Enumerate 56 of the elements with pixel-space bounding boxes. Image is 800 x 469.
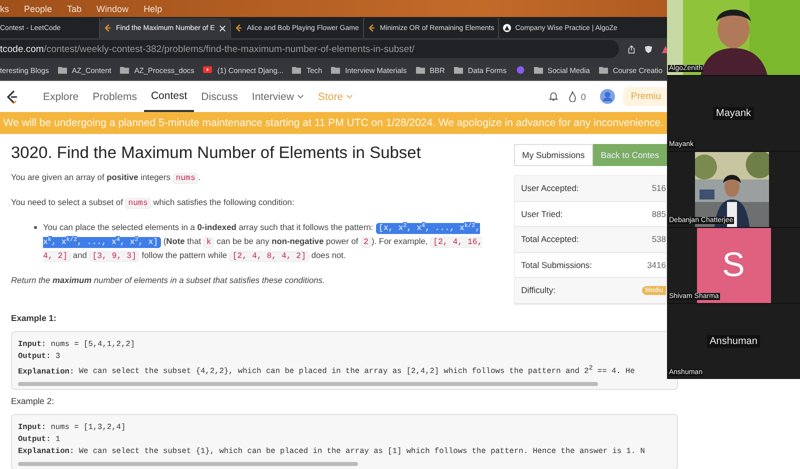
share-icon[interactable] <box>627 44 636 54</box>
menu-item[interactable]: Help <box>144 4 162 14</box>
avatar-icon[interactable] <box>600 89 615 104</box>
leetcode-icon <box>104 24 112 32</box>
problem-text: Return the maximum number of elements in a subset that satisfies these conditions. <box>11 274 326 287</box>
participant-label: Anshuman <box>706 335 760 348</box>
menu-item[interactable]: People <box>24 4 52 14</box>
stat-value: 885 <box>652 208 666 219</box>
problem-text: You need to select a subset of nums which satisfies the following condition: <box>11 196 296 210</box>
leetcode-icon <box>368 24 376 32</box>
folder-icon[interactable] <box>598 66 608 74</box>
shield-icon[interactable] <box>644 44 653 54</box>
folder-icon[interactable] <box>416 66 425 74</box>
menu-item[interactable]: Window <box>96 4 129 14</box>
nav-tab[interactable]: Explore <box>36 81 86 112</box>
folder-icon[interactable] <box>454 66 463 74</box>
menu-item[interactable]: Tab <box>67 4 82 14</box>
folder-icon[interactable] <box>534 66 543 74</box>
triangle-logo-icon <box>503 24 512 32</box>
scrollbar[interactable] <box>18 382 598 386</box>
scrollbar[interactable] <box>18 462 358 466</box>
bell-icon[interactable] <box>548 91 559 102</box>
participant-label: Mayank <box>712 107 754 120</box>
app-icon[interactable] <box>516 66 525 74</box>
folder-icon[interactable] <box>331 66 340 74</box>
stat-label: Total Accepted: <box>521 234 579 244</box>
leetcode-logo[interactable] <box>6 90 18 104</box>
stat-label: User Tried: <box>521 208 563 219</box>
address-field[interactable]: tcode.com/contest/weekly-contest-382/problems/find-the-maximum-number-of-elements-in-subset/ <box>0 40 619 58</box>
nav-tab[interactable]: Discuss <box>194 81 245 112</box>
stat-label: User Accepted: <box>521 183 579 194</box>
example-heading: Example 1: <box>11 312 58 322</box>
stat-label: Difficulty: <box>521 285 556 296</box>
chevron-icon <box>296 94 304 99</box>
problem-text: You are given an array of positive integers nums . <box>11 171 202 185</box>
folder-icon[interactable] <box>292 66 302 74</box>
flame-icon[interactable] <box>566 91 578 102</box>
coin-count: 0 <box>580 92 586 102</box>
stat-value: 3416 <box>647 260 666 270</box>
maintenance-banner: We will be undergoing a planned 5-minute maintenance starting at 11 PM UTC on 1/28/2024. We apologize in advance for any inconvenience. <box>0 112 667 134</box>
problem-title: 3020. Find the Maximum Number of Elements in Subset <box>11 144 422 163</box>
folder-icon[interactable] <box>58 66 67 74</box>
folder-icon[interactable] <box>120 66 130 74</box>
stat-label: Total Submissions: <box>521 260 592 270</box>
condition-text: You can place the selected elements in a 0-indexed array such that it follows the pattern: [x, x$^{2}$, x$^{4}$, ..., x$^{k/2}$, x$^{k}$, x$^{k/2}$, ..., x$^{4}$, x$^{2}$, x] (Note that k can be be any non-negative power of 2 ). For example, [2, 4, 16, 4, 2] and [3, 9, 3] follow the pattern while [2, 4, 8, 4, 2] does not. <box>43 221 484 263</box>
leetcode-icon <box>234 24 243 32</box>
menu-item[interactable]: ks <box>0 4 9 14</box>
play-icon[interactable] <box>203 66 212 74</box>
stat-value: 538 <box>652 234 666 244</box>
close-icon[interactable] <box>218 24 226 32</box>
nav-tab[interactable]: Problems <box>86 81 144 112</box>
nav-button[interactable]: My Submissions <box>514 144 593 166</box>
nav-tab[interactable]: Interview <box>244 81 311 112</box>
chevron-icon <box>346 94 354 99</box>
stat-value: 516 <box>652 183 666 194</box>
example-heading: Example 2: <box>11 396 55 406</box>
